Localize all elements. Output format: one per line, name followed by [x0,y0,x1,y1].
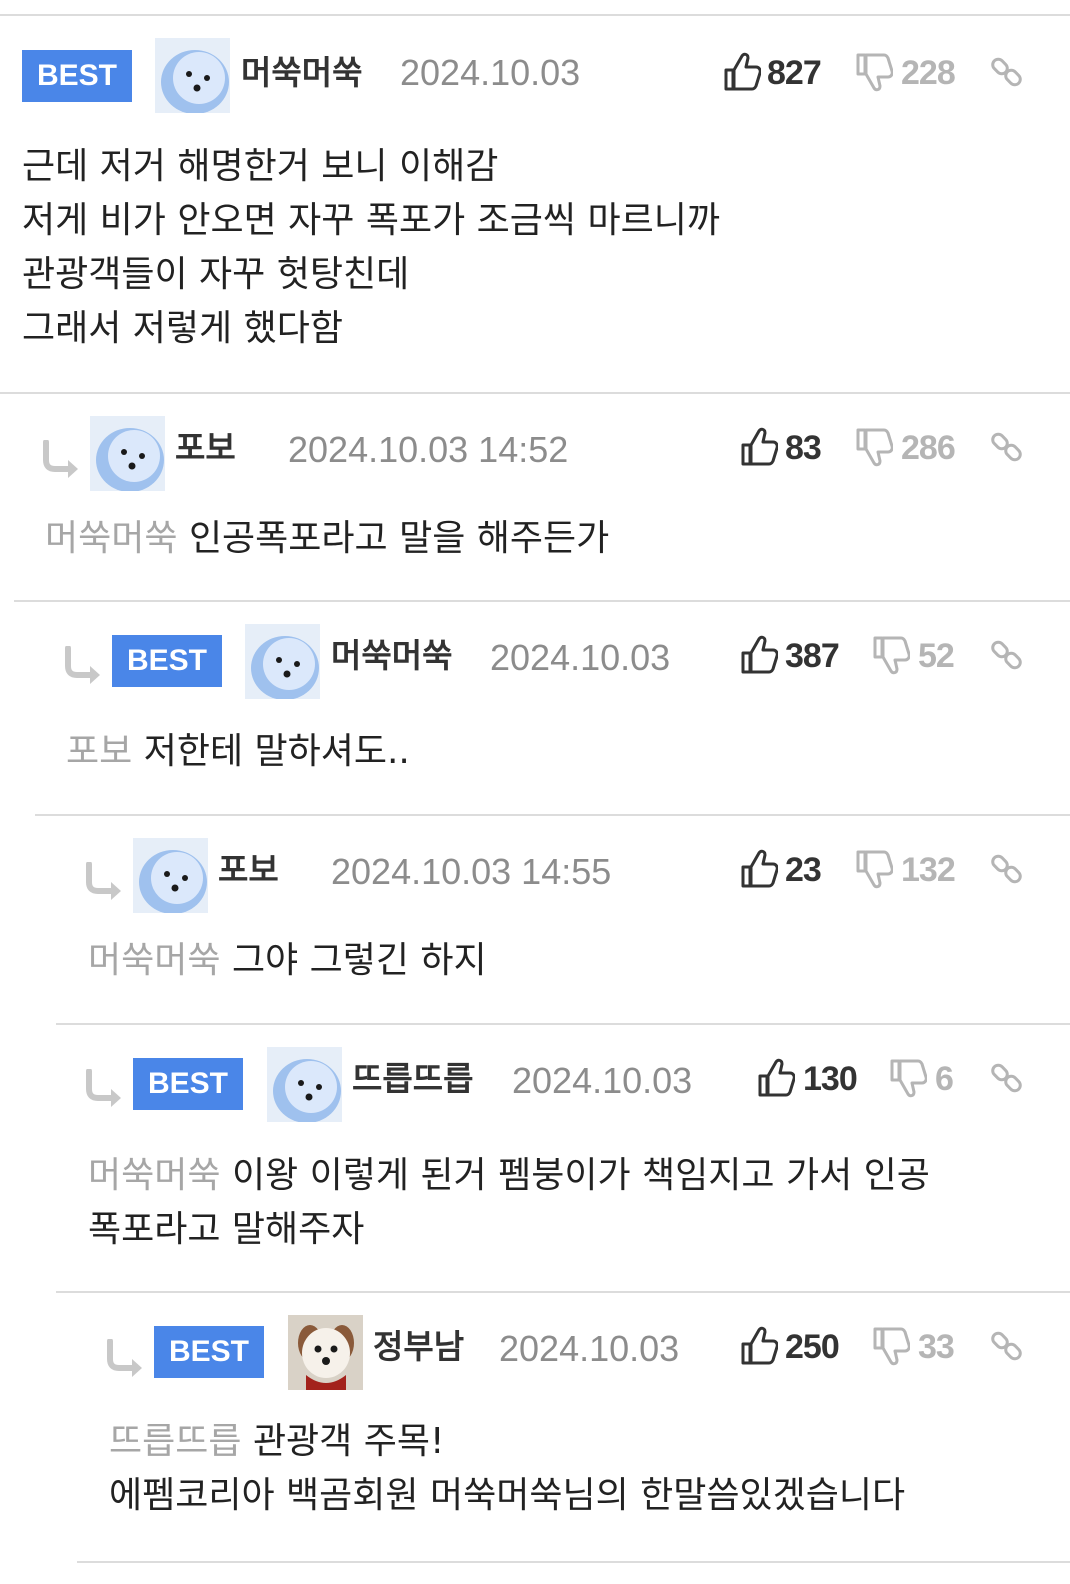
avatar[interactable] [90,416,165,491]
comment-date: 2024.10.03 [512,1060,693,1101]
comment-item: BEST 정부남 2024.10.03 250 33 뜨릅뜨릅 관광객 주목! … [0,1293,1070,1561]
avatar[interactable] [245,624,320,699]
comment-item: BEST 머쑥머쑥 2024.10.03 827 228 근데 저거 해명한거 … [0,16,1070,392]
like-count: 827 [767,54,822,92]
separator [77,1561,1070,1563]
mention[interactable]: 뜨릅뜨릅 [109,1421,241,1462]
thumbs-down-icon[interactable] [855,849,893,889]
dislike-count: 286 [901,429,956,467]
comment-item: 포보 2024.10.03 14:55 23 132 머쑥머쑥 그야 그렇긴 하… [0,816,1070,1023]
text-line: 관광객들이 자꾸 헛탕친데 [22,254,410,295]
comment-text: 머쑥머쑥 이왕 이렇게 된거 펨붕이가 책임지고 가서 인공 폭포라고 말해주자 [88,1149,930,1257]
reply-arrow-icon [107,1339,142,1377]
thumbs-down-icon[interactable] [855,52,893,92]
nickname[interactable]: 포보 [218,841,279,899]
comment-date: 2024.10.03 14:52 [288,429,569,470]
like-count: 250 [785,1328,840,1366]
comment-item: 포보 2024.10.03 14:52 83 286 머쑥머쑥 인공폭포라고 말… [0,394,1070,600]
nickname[interactable]: 뜨릅뜨릅 [352,1050,473,1108]
link-icon[interactable] [990,1329,1024,1363]
nickname[interactable]: 포보 [175,419,236,477]
text-line: 그래서 저렇게 했다함 [22,308,343,349]
dislike-count: 33 [918,1328,955,1366]
reply-arrow-icon [86,862,121,900]
thumbs-up-icon[interactable] [740,1326,778,1366]
mention[interactable]: 머쑥머쑥 [88,940,220,981]
text-line: 에펨코리아 백곰회원 머쑥머쑥님의 한말씀있겠습니다 [109,1475,906,1516]
text-line: 그야 그렇긴 하지 [231,940,487,981]
like-count: 83 [785,429,822,467]
best-badge: BEST [112,635,222,687]
text-line: 인공폭포라고 말을 해주든가 [188,518,610,559]
mention[interactable]: 머쑥머쑥 [45,518,177,559]
dislike-count: 52 [918,637,955,675]
comment-item: BEST 머쑥머쑥 2024.10.03 387 52 포보 저한테 말하셔도.… [0,602,1070,814]
comment-date: 2024.10.03 [490,637,671,678]
thumbs-up-icon[interactable] [723,52,761,92]
comment-date: 2024.10.03 14:55 [331,851,612,892]
dislike-count: 228 [901,54,956,92]
text-line: 관광객 주목! [252,1421,445,1462]
link-icon[interactable] [990,852,1024,886]
text-line: 근데 저거 해명한거 보니 이해감 [22,146,499,187]
text-line: 이왕 이렇게 된거 펨붕이가 책임지고 가서 인공 [231,1155,930,1196]
comment-text: 근데 저거 해명한거 보니 이해감 저게 비가 안오면 자꾸 폭포가 조금씩 마… [22,140,720,356]
text-line: 저게 비가 안오면 자꾸 폭포가 조금씩 마르니까 [22,200,720,241]
thumbs-up-icon[interactable] [740,427,778,467]
thumbs-down-icon[interactable] [889,1058,927,1098]
comment-text: 머쑥머쑥 그야 그렇긴 하지 [88,934,487,988]
dislike-count: 6 [935,1060,954,1098]
like-count: 387 [785,637,840,675]
best-badge: BEST [133,1058,243,1110]
avatar[interactable] [133,838,208,913]
comment-date: 2024.10.03 [400,52,581,93]
comment-text: 포보 저한테 말하셔도.. [66,725,410,779]
nickname[interactable]: 정부남 [373,1318,464,1376]
like-count: 130 [803,1060,858,1098]
reply-arrow-icon [43,440,78,478]
best-badge: BEST [154,1326,264,1378]
text-line: 폭포라고 말해주자 [88,1209,365,1250]
thumbs-down-icon[interactable] [855,427,893,467]
link-icon[interactable] [990,430,1024,464]
avatar[interactable] [288,1315,363,1390]
comment-text: 머쑥머쑥 인공폭포라고 말을 해주든가 [45,512,609,566]
link-icon[interactable] [990,638,1024,672]
reply-arrow-icon [65,646,100,684]
nickname[interactable]: 머쑥머쑥 [241,44,362,102]
mention[interactable]: 머쑥머쑥 [88,1155,220,1196]
best-badge: BEST [22,50,132,102]
dislike-count: 132 [901,851,956,889]
text-line: 저한테 말하셔도.. [143,731,410,772]
link-icon[interactable] [990,1061,1024,1095]
thumbs-up-icon[interactable] [740,635,778,675]
link-icon[interactable] [990,55,1024,89]
like-count: 23 [785,851,822,889]
comment-item: BEST 뜨릅뜨릅 2024.10.03 130 6 머쑥머쑥 이왕 이렇게 된… [0,1025,1070,1291]
comment-date: 2024.10.03 [499,1328,680,1369]
thumbs-up-icon[interactable] [757,1058,795,1098]
thumbs-down-icon[interactable] [872,635,910,675]
comment-text: 뜨릅뜨릅 관광객 주목! 에펨코리아 백곰회원 머쑥머쑥님의 한말씀있겠습니다 [109,1415,905,1523]
thumbs-up-icon[interactable] [740,849,778,889]
reply-arrow-icon [86,1069,121,1107]
nickname[interactable]: 머쑥머쑥 [331,627,452,685]
mention[interactable]: 포보 [66,731,132,772]
thumbs-down-icon[interactable] [872,1326,910,1366]
avatar[interactable] [267,1047,342,1122]
avatar[interactable] [155,38,230,113]
